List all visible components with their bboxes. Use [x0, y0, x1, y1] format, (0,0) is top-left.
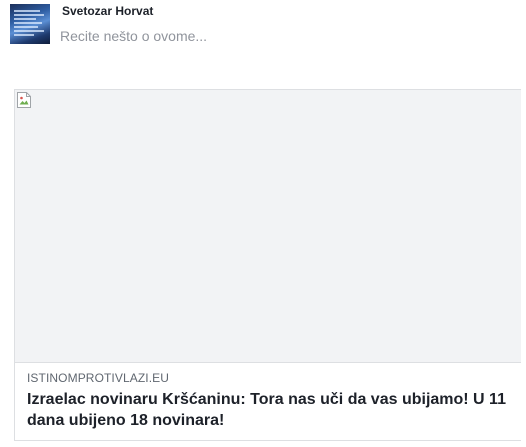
avatar-detail — [14, 26, 38, 28]
avatar-detail — [14, 10, 40, 12]
avatar[interactable] — [10, 4, 50, 44]
link-preview-image[interactable] — [15, 90, 521, 363]
link-domain: ISTINOMPROTIVLAZI.EU — [27, 371, 170, 385]
link-title[interactable]: Izraelac novinaru Kršćaninu: Tora nas uč… — [27, 389, 515, 431]
avatar-detail — [14, 18, 36, 20]
avatar-detail — [14, 14, 44, 16]
author-name[interactable]: Svetozar Horvat — [62, 4, 153, 18]
avatar-detail — [14, 30, 44, 32]
avatar-detail — [14, 22, 42, 24]
avatar-detail — [14, 34, 34, 36]
broken-image-icon — [17, 92, 31, 108]
post-text-input[interactable] — [60, 26, 500, 46]
post-composer: Svetozar Horvat — [10, 4, 520, 46]
link-preview-card[interactable]: ISTINOMPROTIVLAZI.EU Izraelac novinaru K… — [14, 89, 521, 441]
